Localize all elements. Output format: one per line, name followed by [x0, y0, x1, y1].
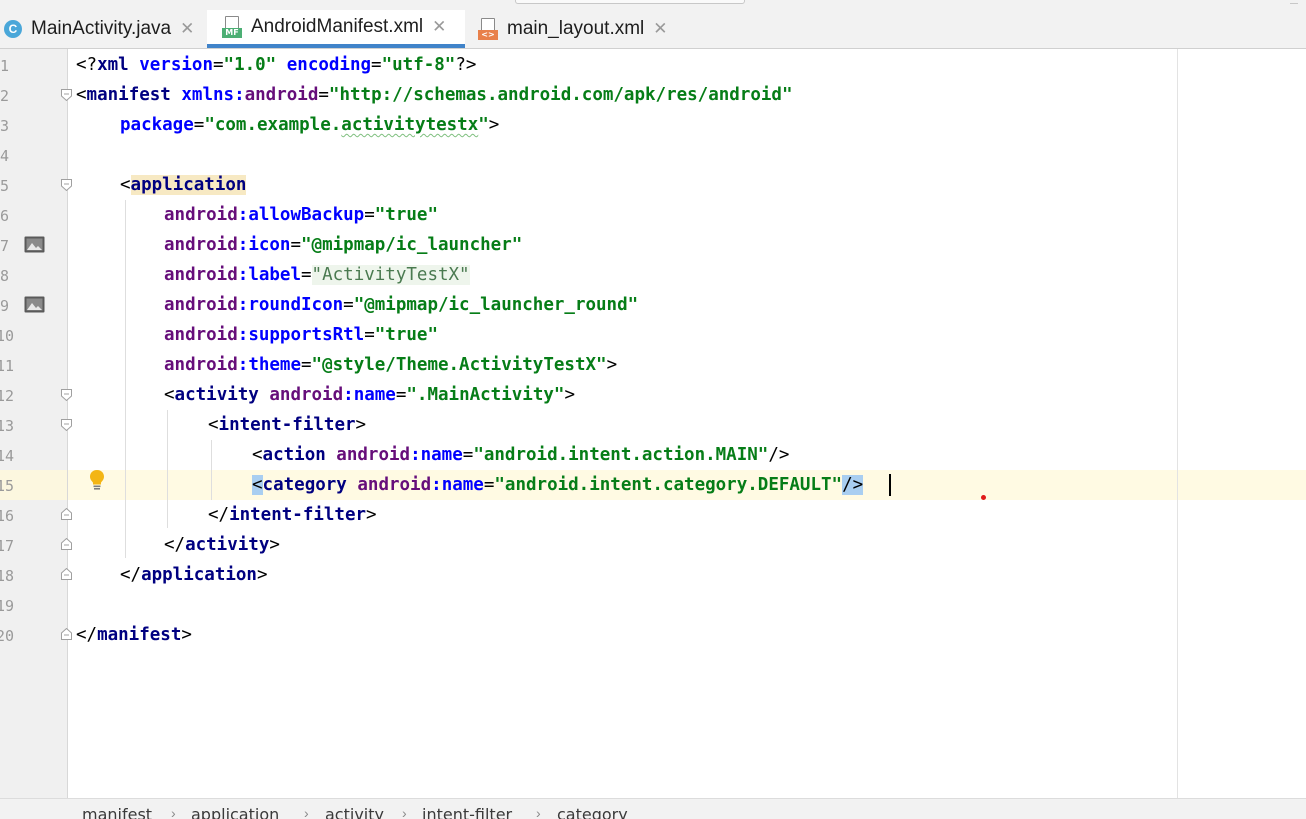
java-class-icon: C	[4, 20, 22, 38]
indent-guide	[211, 440, 212, 500]
code-line-18: </application>	[120, 565, 268, 585]
matched-tag-highlight: application	[130, 175, 247, 195]
line-number: 3	[0, 117, 10, 135]
fold-open-icon[interactable]	[61, 179, 72, 191]
layout-file-icon: <>	[478, 18, 498, 40]
tab-main-activity[interactable]: C MainActivity.java ✕	[0, 10, 207, 48]
code-line-20: </manifest>	[76, 625, 192, 645]
close-icon[interactable]: ✕	[653, 19, 667, 39]
breadcrumb: manifest › application › activity › inte…	[0, 798, 1306, 819]
fold-close-icon[interactable]	[61, 508, 72, 520]
breadcrumb-item-manifest[interactable]: manifest	[82, 805, 152, 819]
line-number: 10	[0, 327, 14, 345]
line-number: 8	[0, 267, 10, 285]
breadcrumb-item-activity[interactable]: activity	[325, 805, 384, 819]
image-icon[interactable]	[24, 296, 45, 313]
tab-label: main_layout.xml	[507, 18, 645, 39]
code-line-9: android:roundIcon="@mipmap/ic_launcher_r…	[164, 295, 639, 315]
code-line-16: </intent-filter>	[208, 505, 377, 525]
tab-label: AndroidManifest.xml	[251, 16, 424, 37]
line-number: 7	[0, 237, 10, 255]
code-line-1: <?xml version="1.0" encoding="utf-8"?>	[76, 55, 477, 75]
breadcrumb-item-intent-filter[interactable]: intent-filter	[422, 805, 512, 819]
line-number: 20	[0, 627, 14, 645]
line-number: 17	[0, 537, 14, 555]
close-icon[interactable]: ✕	[180, 19, 194, 39]
line-number: 14	[0, 447, 14, 465]
fold-close-icon[interactable]	[61, 628, 72, 640]
fold-open-icon[interactable]	[61, 89, 72, 101]
code-line-2: <manifest xmlns:android="http://schemas.…	[76, 85, 793, 105]
lightbulb-icon[interactable]	[88, 469, 106, 491]
fold-open-icon[interactable]	[61, 389, 72, 401]
brace-match-highlight: <	[252, 475, 263, 495]
line-number: 16	[0, 507, 14, 525]
code-line-14: <action android:name="android.intent.act…	[252, 445, 790, 465]
indent-guide	[167, 410, 168, 528]
code-line-15: <category android:name="android.intent.c…	[252, 475, 864, 495]
breadcrumb-item-application[interactable]: application	[191, 805, 279, 819]
line-number: 5	[0, 177, 10, 195]
brace-match-highlight: />	[842, 475, 864, 495]
right-margin-guide	[1177, 49, 1178, 798]
fold-open-icon[interactable]	[61, 419, 72, 431]
breadcrumb-item-category[interactable]: category	[557, 805, 628, 819]
line-number: 11	[0, 357, 14, 375]
line-number: 4	[0, 147, 10, 165]
manifest-file-icon: MF	[222, 16, 242, 38]
code-line-12: <activity android:name=".MainActivity">	[164, 385, 575, 405]
code-line-3: package="com.example.activitytestx">	[120, 115, 500, 135]
tab-android-manifest[interactable]: MF AndroidManifest.xml ✕	[207, 10, 465, 48]
line-number: 1	[0, 57, 10, 75]
chevron-right-icon: ›	[304, 805, 309, 819]
line-number: 9	[0, 297, 10, 315]
text-caret	[889, 474, 891, 496]
tab-label: MainActivity.java	[31, 18, 172, 39]
toolbar-remnant-right	[1290, 0, 1298, 4]
fold-close-icon[interactable]	[61, 568, 72, 580]
line-number: 2	[0, 87, 10, 105]
line-number: 6	[0, 207, 10, 225]
code-line-11: android:theme="@style/Theme.ActivityTest…	[164, 355, 618, 375]
image-icon[interactable]	[24, 236, 45, 253]
line-number: 12	[0, 387, 14, 405]
indent-guide	[125, 200, 126, 558]
code-line-7: android:icon="@mipmap/ic_launcher"	[164, 235, 523, 255]
editor-tab-bar: C MainActivity.java ✕ MF AndroidManifest…	[0, 10, 1306, 49]
chevron-right-icon: ›	[536, 805, 541, 819]
line-number: 19	[0, 597, 14, 615]
code-line-8: android:label="ActivityTestX"	[164, 265, 470, 285]
tab-main-layout[interactable]: <> main_layout.xml ✕	[465, 10, 685, 48]
error-marker-dot	[981, 495, 986, 500]
code-line-6: android:allowBackup="true"	[164, 205, 438, 225]
line-number: 13	[0, 417, 14, 435]
code-line-10: android:supportsRtl="true"	[164, 325, 438, 345]
chevron-right-icon: ›	[171, 805, 176, 819]
line-number: 15	[0, 477, 14, 495]
typo-squiggle: activitytestx	[341, 115, 479, 135]
code-line-5: <application	[120, 175, 247, 195]
code-line-17: </activity>	[164, 535, 280, 555]
fold-close-icon[interactable]	[61, 538, 72, 550]
code-line-13: <intent-filter>	[208, 415, 367, 435]
close-icon[interactable]: ✕	[432, 17, 446, 37]
chevron-right-icon: ›	[402, 805, 407, 819]
line-number: 18	[0, 567, 14, 585]
toolbar-remnant	[515, 0, 745, 4]
